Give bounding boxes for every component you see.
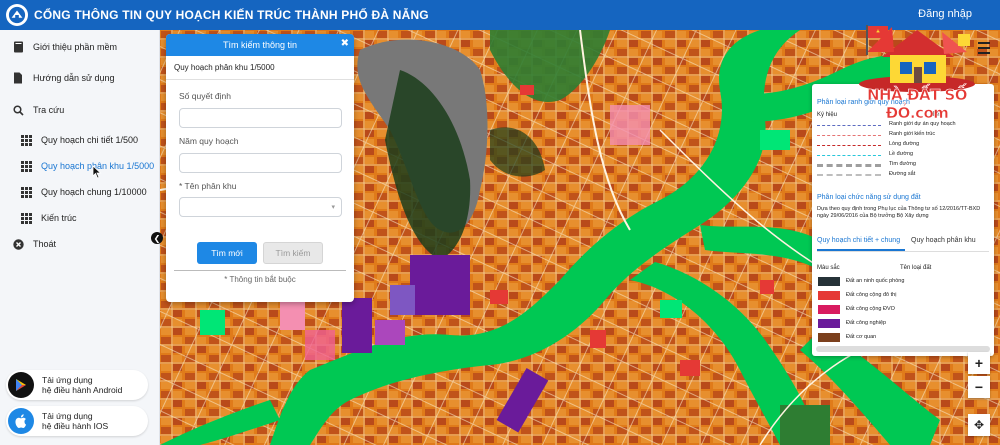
sidebar-item-exit[interactable]: Thoát: [12, 235, 56, 253]
ios-line1: Tải ứng dụng: [42, 411, 93, 421]
sidebar-item-label: Kiến trúc: [41, 213, 77, 223]
legend-swatch: [818, 333, 840, 342]
android-line1: Tải ứng dụng: [42, 375, 93, 385]
book-icon: [12, 41, 24, 53]
search-panel-header: Tìm kiếm thông tin ✖: [166, 34, 354, 56]
legend-swatch: [818, 319, 840, 328]
legend-col-land: Tên loại đất: [900, 265, 932, 271]
legend-swatch-name: Đất công cộng đô thị: [846, 292, 897, 298]
city-logo-icon[interactable]: [6, 4, 28, 26]
tab-zone[interactable]: Quy hoạch phân khu: [911, 237, 976, 244]
search-panel: Tìm kiếm thông tin ✖ Quy hoạch phân khu …: [166, 34, 354, 302]
close-circle-icon: [12, 238, 24, 250]
legend-line-row: Ranh giới dự án quy hoạch: [817, 121, 989, 130]
sidebar-item-lookup[interactable]: Tra cứu: [12, 101, 64, 119]
google-play-icon: [8, 372, 34, 398]
ios-line2: hệ điều hành IOS: [42, 421, 109, 431]
legend-panel: Phân loại ranh giới quy hoạch Ký hiệu Tê…: [812, 84, 994, 356]
zone-name-label: * Tên phân khu: [179, 181, 237, 191]
zoom-out-button[interactable]: −: [968, 376, 990, 398]
zone-name-select[interactable]: ▾: [179, 197, 342, 217]
legend-swatch: [818, 291, 840, 300]
zoom-in-button[interactable]: +: [968, 352, 990, 374]
tab-detail-general[interactable]: Quy hoạch chi tiết + chung: [817, 237, 900, 244]
collapse-sidebar-icon[interactable]: ❮: [151, 232, 163, 244]
app-title: CỔNG THÔNG TIN QUY HOẠCH KIẾN TRÚC THÀNH…: [34, 8, 429, 22]
sidebar-item-guide[interactable]: Hướng dẫn sử dụng: [12, 69, 115, 87]
divider: [174, 270, 346, 271]
legend-swatch: [818, 277, 840, 286]
legend-swatch-name: Đất công cộng ĐVO: [846, 306, 895, 312]
grid-icon: [20, 160, 32, 172]
house-logo-icon: [859, 25, 975, 92]
sidebar-item-label: Quy hoạch chung 1/10000: [41, 187, 147, 197]
pan-move-button[interactable]: ✥: [968, 414, 990, 436]
mouse-cursor-icon: [92, 165, 102, 179]
legend-line-row: Lòng đường: [817, 141, 989, 150]
legend-swatch-name: Đất cơ quan: [846, 334, 877, 340]
decision-number-label: Số quyết định: [179, 91, 231, 101]
new-search-button[interactable]: Tìm mới: [197, 242, 257, 264]
legend-line-row: Ranh giới kiến trúc: [817, 131, 989, 140]
apple-icon: [8, 408, 34, 434]
chevron-down-icon: ▾: [331, 204, 335, 211]
legend-line-row: Lề đường: [817, 151, 989, 160]
watermark-logo: NHÀ ĐẤT SỐ ĐỎ.com: [842, 22, 992, 122]
watermark-text: NHÀ ĐẤT SỐ ĐỎ.com: [866, 86, 968, 123]
legend-line-row: Đường sắt: [817, 171, 989, 180]
search-icon: [12, 104, 24, 116]
search-panel-title: Tìm kiếm thông tin: [222, 40, 298, 50]
legend-line-row: Tim đường: [817, 161, 989, 170]
legend-col-symbol: Ký hiệu: [817, 112, 838, 118]
login-link[interactable]: Đăng nhập: [918, 8, 972, 20]
required-note: * Thông tin bắt buộc: [224, 275, 296, 284]
legend-landuse-desc: Dựa theo quy định trong Phụ lục của Thôn…: [817, 206, 981, 219]
decision-number-input[interactable]: [179, 108, 342, 128]
sidebar-item-architecture[interactable]: Kiến trúc: [20, 209, 77, 227]
search-panel-subtitle: Quy hoạch phân khu 1/5000: [166, 56, 354, 80]
sidebar-item-label: Quy hoạch chi tiết 1/500: [41, 135, 139, 145]
sidebar-item-intro[interactable]: Giới thiệu phần mềm: [12, 38, 117, 56]
legend-scrollbar[interactable]: [816, 346, 990, 352]
sidebar-item-zone-plan[interactable]: Quy hoạch phân khu 1/5000: [20, 157, 154, 175]
plan-year-label: Năm quy hoạch: [179, 136, 239, 146]
android-download-button[interactable]: Tải ứng dụng hệ điều hành Android: [6, 370, 148, 400]
sidebar: Giới thiệu phần mềm Hướng dẫn sử dụng Tr…: [0, 30, 160, 445]
legend-swatch-name: Đất an ninh quốc phòng: [846, 278, 905, 284]
document-icon: [12, 72, 24, 84]
app-window: CỔNG THÔNG TIN QUY HOẠCH KIẾN TRÚC THÀNH…: [0, 0, 1000, 445]
grid-icon: [20, 186, 32, 198]
sidebar-item-detail-plan[interactable]: Quy hoạch chi tiết 1/500: [20, 131, 138, 149]
legend-swatch-name: Đất công nghiệp: [846, 320, 887, 326]
sidebar-item-label: Tra cứu: [33, 105, 65, 115]
divider: [817, 251, 989, 252]
legend-col-color: Màu sắc: [817, 265, 840, 271]
sidebar-item-label: Thoát: [33, 239, 57, 249]
search-button[interactable]: Tìm kiếm: [263, 242, 323, 264]
android-line2: hệ điều hành Android: [42, 385, 123, 395]
sidebar-item-general-plan[interactable]: Quy hoạch chung 1/10000: [20, 183, 147, 201]
grid-icon: [20, 212, 32, 224]
sidebar-item-label: Giới thiệu phần mềm: [33, 42, 117, 52]
grid-icon: [20, 134, 32, 146]
ios-download-button[interactable]: Tải ứng dụng hệ điều hành IOS: [6, 406, 148, 436]
sidebar-item-label: Hướng dẫn sử dụng: [33, 73, 115, 83]
close-icon[interactable]: ✖: [341, 38, 349, 49]
legend-swatch: [818, 305, 840, 314]
plan-year-input[interactable]: [179, 153, 342, 173]
legend-landuse-title: Phân loại chức năng sử dụng đất: [817, 194, 921, 201]
